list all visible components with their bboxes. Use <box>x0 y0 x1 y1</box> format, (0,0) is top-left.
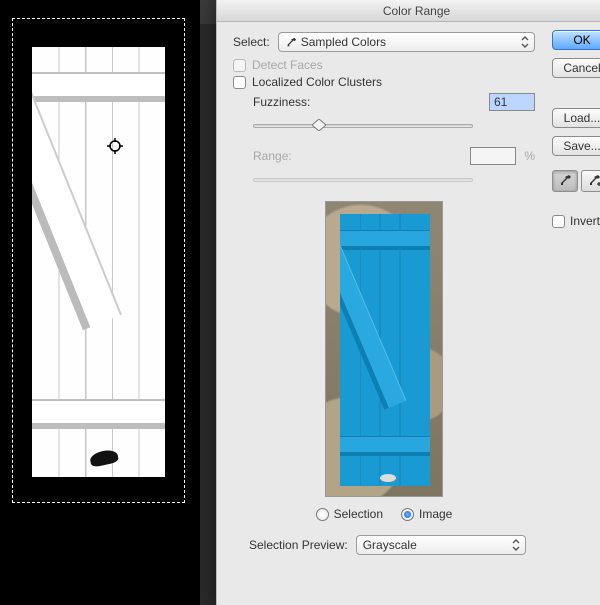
preview-mode-selection[interactable]: Selection <box>316 507 383 521</box>
cancel-button[interactable]: Cancel <box>552 58 600 78</box>
chevron-updown-icon <box>511 538 521 552</box>
selection-preview-label: Selection Preview: <box>249 538 348 552</box>
invert-checkbox[interactable] <box>552 215 565 228</box>
eyedropper-add-button[interactable] <box>581 170 600 192</box>
eyedropper-icon <box>558 174 572 188</box>
radio-icon <box>316 508 329 521</box>
eyedropper-icon <box>285 36 297 54</box>
range-input <box>470 147 516 165</box>
load-button[interactable]: Load... <box>552 108 600 128</box>
preview-mode-image[interactable]: Image <box>401 507 452 521</box>
ok-button[interactable]: OK <box>552 30 600 50</box>
selection-preview-dropdown[interactable]: Grayscale <box>356 535 526 555</box>
select-mode-dropdown[interactable]: Sampled Colors <box>278 32 535 52</box>
select-mode-value: Sampled Colors <box>301 35 386 49</box>
eyedropper-sample-button[interactable] <box>552 170 578 192</box>
dialog-title: Color Range <box>217 0 600 22</box>
dialog-button-column: OK Cancel Load... Save... Invert <box>552 30 600 228</box>
localized-clusters-checkbox[interactable] <box>233 76 246 89</box>
detect-faces-checkbox[interactable] <box>233 59 246 72</box>
color-range-dialog: Color Range OK Cancel Load... Save... In… <box>216 0 600 605</box>
range-slider <box>253 171 473 187</box>
eyedropper-plus-icon <box>587 174 600 188</box>
save-button[interactable]: Save... <box>552 136 600 156</box>
range-unit: % <box>524 149 535 163</box>
fuzziness-input[interactable]: 61 <box>489 93 535 111</box>
invert-label: Invert <box>570 214 600 228</box>
selection-preview-value: Grayscale <box>363 538 417 552</box>
preview-image[interactable] <box>325 201 443 497</box>
document-canvas[interactable] <box>0 0 200 605</box>
detect-faces-label: Detect Faces <box>252 58 323 72</box>
radio-image-label: Image <box>419 507 452 521</box>
radio-icon <box>401 508 414 521</box>
select-label: Select: <box>233 35 270 49</box>
localized-clusters-label: Localized Color Clusters <box>252 75 382 89</box>
fuzziness-label: Fuzziness: <box>253 95 325 109</box>
eyedropper-cursor <box>107 138 123 154</box>
radio-selection-label: Selection <box>334 507 383 521</box>
fuzziness-slider[interactable] <box>253 117 473 133</box>
range-label: Range: <box>253 149 325 163</box>
chevron-updown-icon <box>520 35 530 49</box>
selection-mask-preview <box>32 47 165 477</box>
